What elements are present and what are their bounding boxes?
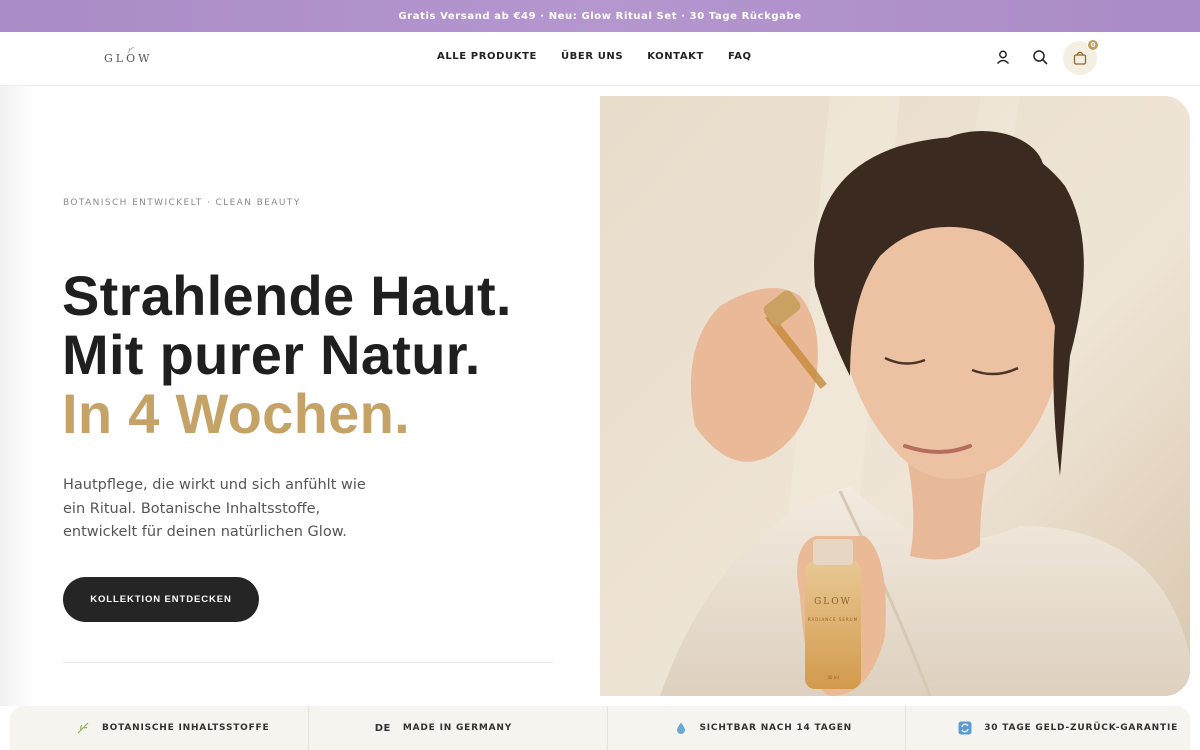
headline-line-3: In 4 Wochen. (62, 382, 410, 445)
trust-label-visible: SICHTBAR NACH 14 TAGEN (699, 723, 852, 733)
trust-item-guarantee: 30 TAGE GELD-ZURÜCK-GARANTIE (906, 706, 1190, 750)
headline-line-2: Mit purer Natur. (62, 323, 481, 386)
trust-bar: BOTANISCHE INHALTSSTOFFE DE MADE IN GERM… (10, 706, 1190, 750)
bottle-volume-text: 30 ml (827, 675, 838, 680)
discover-collection-button[interactable]: KOLLEKTION ENTDECKEN (63, 577, 259, 622)
nav-item-kontakt[interactable]: KONTAKT (647, 51, 704, 62)
de-icon: DE (374, 722, 391, 734)
cart-icon (1073, 51, 1087, 65)
headline-line-1: Strahlende Haut. (62, 264, 512, 327)
trust-label-germany: MADE IN GERMANY (402, 723, 513, 733)
trust-item-germany: DE MADE IN GERMANY (309, 706, 608, 750)
hero-headline: Strahlende Haut. Mit purer Natur. In 4 W… (62, 266, 512, 443)
trust-label-guarantee: 30 TAGE GELD-ZURÜCK-GARANTIE (984, 723, 1179, 733)
leaf-icon (77, 722, 89, 734)
site-header: GLOW ALLE PRODUKTE ÜBER UNS KONTAKT FAQ … (0, 32, 1200, 86)
hero-illustration: GLOW RADIANCE SERUM 30 ml (600, 96, 1190, 696)
logo[interactable]: GLOW (104, 52, 152, 65)
trust-item-visible: SICHTBAR NACH 14 TAGEN (608, 706, 907, 750)
announcement-text: Gratis Versand ab €49 · Neu: Glow Ritual… (398, 10, 802, 22)
refresh-icon (958, 721, 972, 735)
hero-lead: Hautpflege, die wirkt und sich anfühlt w… (63, 477, 366, 540)
announcement-bar: Gratis Versand ab €49 · Neu: Glow Ritual… (0, 0, 1200, 32)
user-icon[interactable] (994, 48, 1012, 66)
nav-item-alle-produkte[interactable]: ALLE PRODUKTE (437, 51, 537, 62)
search-icon[interactable] (1031, 48, 1049, 66)
trust-label-botanical: BOTANISCHE INHALTSSTOFFE (102, 723, 270, 733)
main-nav: ALLE PRODUKTE ÜBER UNS KONTAKT FAQ (437, 51, 752, 62)
trust-item-botanical: BOTANISCHE INHALTSSTOFFE (10, 706, 309, 750)
hero-divider (63, 662, 553, 663)
nav-item-faq[interactable]: FAQ (728, 51, 752, 62)
hero-image: GLOW RADIANCE SERUM 30 ml (600, 96, 1190, 696)
bottle-name-text: RADIANCE SERUM (808, 617, 858, 622)
nav-item-ueber-uns[interactable]: ÜBER UNS (561, 51, 623, 62)
bottle-brand-text: GLOW (814, 597, 852, 607)
droplet-icon (676, 722, 685, 734)
cart-count-badge: 0 (1087, 39, 1099, 51)
hero-eyebrow: BOTANISCH ENTWICKELT · CLEAN BEAUTY (63, 198, 301, 208)
